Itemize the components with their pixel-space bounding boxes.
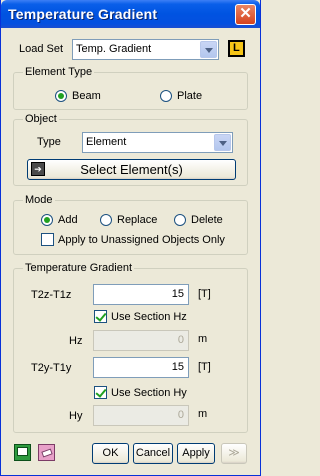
load-set-manager-button[interactable]: L: [228, 40, 245, 57]
temperature-gradient-dialog: Temperature Gradient ✕ Load Set Temp. Gr…: [0, 0, 261, 476]
t2z-input[interactable]: 15: [93, 284, 189, 305]
replace-label: Replace: [117, 214, 158, 226]
temperature-gradient-title: Temperature Gradient: [23, 262, 134, 274]
hz-label: Hz: [69, 335, 83, 347]
select-elements-button[interactable]: ➔ Select Element(s): [27, 159, 236, 180]
ok-button[interactable]: OK: [92, 443, 129, 464]
mode-title: Mode: [23, 194, 55, 206]
load-set-label: Load Set: [19, 43, 64, 55]
use-section-hy-checkbox[interactable]: [94, 386, 107, 399]
eraser-icon: [41, 448, 53, 458]
eraser-button[interactable]: [38, 444, 55, 461]
close-icon: ✕: [239, 5, 252, 22]
use-section-hy-label: Use Section Hy: [111, 387, 187, 399]
delete-radio[interactable]: [174, 214, 186, 226]
select-elements-label: Select Element(s): [80, 162, 183, 177]
add-label: Add: [58, 214, 78, 226]
hy-unit: m: [198, 408, 208, 420]
object-type-dropdown[interactable]: Element: [82, 132, 233, 153]
replace-radio[interactable]: [100, 214, 112, 226]
select-arrow-icon: ➔: [31, 162, 45, 176]
load-set-value: Temp. Gradient: [76, 43, 152, 55]
l-icon: L: [233, 42, 240, 54]
chevron-down-icon: [214, 134, 231, 151]
delete-label: Delete: [191, 214, 223, 226]
chevron-down-icon: [200, 41, 217, 58]
object-title: Object: [23, 113, 59, 125]
hz-unit: m: [198, 333, 208, 345]
beam-radio[interactable]: [55, 90, 67, 102]
plate-label: Plate: [177, 90, 203, 102]
plate-radio[interactable]: [160, 90, 172, 102]
add-radio[interactable]: [41, 214, 53, 226]
object-type-value: Element: [86, 136, 127, 148]
hz-input[interactable]: 0: [93, 330, 189, 351]
apply-unassigned-checkbox[interactable]: [41, 233, 54, 246]
mode-group: [13, 200, 248, 255]
beam-label: Beam: [72, 90, 101, 102]
use-section-hz-checkbox[interactable]: [94, 310, 107, 323]
hy-label: Hy: [69, 410, 83, 422]
t2y-unit: [T]: [198, 361, 211, 373]
close-button[interactable]: ✕: [235, 4, 256, 25]
title-bar: Temperature Gradient ✕: [1, 0, 260, 28]
more-button[interactable]: ≫: [221, 443, 247, 464]
use-section-hz-label: Use Section Hz: [111, 311, 187, 323]
apply-button[interactable]: Apply: [177, 443, 215, 464]
window-title: Temperature Gradient: [8, 6, 158, 22]
hy-input[interactable]: 0: [93, 405, 189, 426]
cancel-button[interactable]: Cancel: [133, 443, 173, 464]
t2z-label: T2z-T1z: [31, 289, 72, 301]
t2y-label: T2y-T1y: [31, 362, 72, 374]
monitor-icon: [17, 447, 28, 456]
t2y-input[interactable]: 15: [93, 357, 189, 378]
element-type-title: Element Type: [23, 66, 95, 78]
apply-unassigned-label: Apply to Unassigned Objects Only: [58, 234, 225, 246]
t2z-unit: [T]: [198, 288, 211, 300]
model-view-button[interactable]: [14, 444, 31, 461]
type-label: Type: [37, 136, 61, 148]
load-set-dropdown[interactable]: Temp. Gradient: [72, 39, 219, 60]
